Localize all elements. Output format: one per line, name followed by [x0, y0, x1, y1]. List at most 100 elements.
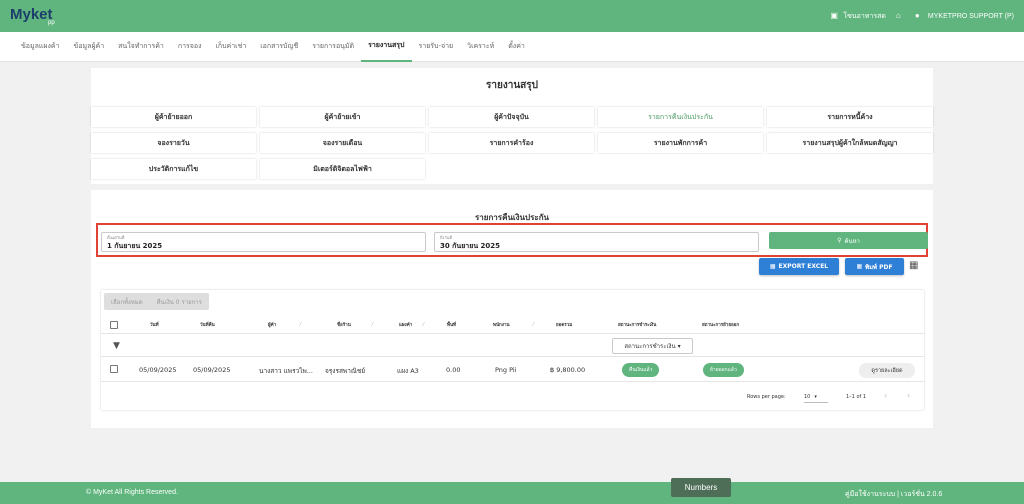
footer: © MyKet All Rights Reserved. คู่มือใช้งา… — [0, 482, 1024, 504]
report-btn-monthly-booking[interactable]: จองรายเดือน — [260, 133, 425, 153]
rows-per-page-label: Rows per page: — [747, 394, 786, 400]
report-btn-debt[interactable]: รายการหนี้ค้าง — [767, 107, 933, 127]
row-checkbox[interactable] — [110, 365, 118, 373]
report-btn-requests[interactable]: รายการคำร้อง — [429, 133, 594, 153]
next-page-icon[interactable]: › — [907, 391, 910, 400]
report-btn-current[interactable]: ผู้ค้าปัจจุบัน — [429, 107, 594, 127]
col-vendor[interactable]: ผู้ค้า — [268, 321, 276, 328]
from-date-value: 1 กันยายน 2025 — [107, 242, 163, 250]
rows-per-page-value: 10 — [804, 393, 811, 400]
report-btn-daily-booking[interactable]: จองรายวัน — [91, 133, 256, 153]
chevron-down-icon: ▾ — [677, 342, 681, 350]
export-excel-label: EXPORT EXCEL — [778, 263, 829, 270]
cell-vendor: นางสาว แพรวไพ... — [259, 367, 313, 375]
nav-item-interested[interactable]: สนใจทำการค้า — [111, 32, 171, 62]
select-all-button[interactable]: เลือกทั้งหมด — [104, 293, 150, 310]
app-logo[interactable]: Myket pp — [10, 7, 55, 26]
nav-item-accounting[interactable]: เอกสารบัญชี — [253, 32, 305, 62]
from-date-field[interactable]: ตั้งแต่วันที่ 1 กันยายน 2025 — [101, 232, 426, 252]
page-range: 1–1 of 1 — [846, 394, 867, 400]
store-selector[interactable]: ▣ โซนอาหารสด — [830, 11, 886, 22]
store-name: โซนอาหารสด — [843, 12, 886, 20]
cell-area: 0.00 — [446, 366, 461, 374]
pagination: Rows per page: 10 ▾ 1–1 of 1 ‹ › — [101, 382, 924, 410]
pdf-icon: ▦ — [856, 263, 863, 270]
cell-date: 05/09/2025 — [139, 366, 177, 374]
col-staff[interactable]: พนักงาน — [493, 321, 510, 328]
report-btn-meter[interactable]: มิเตอร์ดิจิตอลไฟฟ้า — [260, 159, 425, 179]
main-nav: ข้อมูลแผงค้า ข้อมูลผู้ค้า สนใจทำการค้า ก… — [0, 32, 1024, 62]
col-return-date[interactable]: วันที่คืน — [200, 321, 215, 328]
col-stall[interactable]: แผงค้า — [399, 321, 412, 328]
nav-item-income-expense[interactable]: รายรับ-จ่าย — [412, 32, 461, 62]
nav-item-rent[interactable]: เก็บค่าเช่า — [208, 32, 253, 62]
report-panel: รายงานสรุป ผู้ค้าย้ายออก ผู้ค้าย้ายเข้า … — [91, 68, 933, 184]
refund-panel: รายการคืนเงินประกัน ตั้งแต่วันที่ 1 กันย… — [91, 190, 933, 428]
report-btn-move-in[interactable]: ผู้ค้าย้ายเข้า — [260, 107, 425, 127]
excel-icon: ▦ — [769, 263, 776, 270]
refund-selected-button[interactable]: คืนเงิน 0 รายการ — [150, 293, 209, 310]
rows-per-page-select[interactable]: 10 ▾ — [804, 391, 828, 403]
col-date[interactable]: วันที่ — [150, 321, 159, 328]
cell-return-date: 05/09/2025 — [193, 366, 231, 374]
nav-item-booking[interactable]: การจอง — [171, 32, 209, 62]
cell-shop: จรุงรสพาณิชย์ — [325, 367, 366, 375]
numbers-tab[interactable]: Numbers — [671, 478, 731, 497]
report-btn-suspended[interactable]: รายงานพักการค้า — [598, 133, 763, 153]
nav-item-vendors[interactable]: ข้อมูลผู้ค้า — [67, 32, 112, 62]
cell-stall: แผง A3 — [397, 367, 419, 375]
nav-item-approvals[interactable]: รายการอนุมัติ — [305, 32, 361, 62]
to-date-value: 30 กันยายน 2025 — [440, 242, 501, 250]
search-button-label: ค้นหา — [844, 237, 860, 245]
table-filter-row: ▼ สถานะการชำระเงิน ▾ — [101, 335, 924, 357]
filter-icon[interactable]: ▼ — [113, 341, 120, 351]
page-title: รายงานสรุป — [485, 80, 538, 91]
print-pdf-button[interactable]: ▦ พิมพ์ PDF — [845, 258, 904, 275]
view-detail-button[interactable]: ดูรายละเอียด — [859, 363, 915, 378]
payment-status-filter-label: สถานะการชำระเงิน — [624, 343, 676, 350]
user-name: MYKETPRO SUPPORT (P) — [927, 12, 1014, 20]
nav-item-settings[interactable]: ตั้งค่า — [501, 32, 532, 62]
report-btn-refund[interactable]: รายการคืนเงินประกัน — [598, 107, 763, 127]
top-bar: Myket pp ▣ โซนอาหารสด ⌂ ● MYKETPRO SUPPO… — [0, 0, 1024, 32]
copyright-text: © MyKet All Rights Reserved. — [86, 489, 178, 496]
col-shop[interactable]: ชื่อร้าน — [337, 321, 351, 328]
prev-page-icon[interactable]: ‹ — [884, 391, 887, 400]
col-payment-status[interactable]: สถานะการชำระเงิน — [618, 321, 656, 328]
logo-sub-text: pp — [48, 19, 55, 26]
col-area[interactable]: พื้นที่ — [447, 321, 456, 328]
user-menu[interactable]: ● MYKETPRO SUPPORT (P) — [915, 12, 1014, 20]
bulk-actions: เลือกทั้งหมด คืนเงิน 0 รายการ — [104, 293, 209, 310]
manual-version-link[interactable]: คู่มือใช้งานระบบ | เวอร์ชั่น 2.0.6 — [845, 489, 942, 500]
export-excel-button[interactable]: ▦ EXPORT EXCEL — [759, 258, 839, 275]
cell-staff: Png Pii — [495, 366, 517, 374]
refund-table: เลือกทั้งหมด คืนเงิน 0 รายการ วันที่ วัน… — [101, 290, 924, 410]
search-icon: ⚲ — [837, 237, 842, 244]
vendor-sort-icon[interactable]: ⁄ — [300, 322, 301, 328]
report-btn-expiring[interactable]: รายงานสรุปผู้ค้าใกล้หมดสัญญา — [767, 133, 933, 153]
select-all-checkbox[interactable] — [110, 321, 118, 329]
nav-item-analysis[interactable]: วิเคราะห์ — [460, 32, 501, 62]
nav-item-stalls[interactable]: ข้อมูลแผงค้า — [14, 32, 67, 62]
home-icon[interactable]: ⌂ — [896, 12, 905, 20]
payment-status-filter[interactable]: สถานะการชำระเงิน ▾ — [612, 338, 693, 354]
to-date-field[interactable]: ถึงวันที่ 30 กันยายน 2025 — [434, 232, 759, 252]
print-pdf-label: พิมพ์ PDF — [865, 263, 893, 271]
date-filter-box: ตั้งแต่วันที่ 1 กันยายน 2025 ถึงวันที่ 3… — [96, 223, 928, 257]
chevron-down-icon: ▾ — [814, 393, 817, 400]
table-row[interactable]: 05/09/2025 05/09/2025 นางสาว แพรวไพ... จ… — [101, 358, 924, 382]
cell-total: ฿ 9,800.00 — [550, 366, 586, 374]
report-btn-move-out[interactable]: ผู้ค้าย้ายออก — [91, 107, 256, 127]
from-date-label: ตั้งแต่วันที่ — [107, 235, 125, 240]
column-settings-icon[interactable]: ▦ — [909, 260, 918, 271]
staff-sort-icon[interactable]: ⁄ — [533, 322, 534, 328]
stall-sort-icon[interactable]: ⁄ — [423, 322, 424, 328]
user-icon: ● — [914, 11, 920, 20]
store-icon: ▣ — [830, 11, 838, 20]
col-total[interactable]: ยอดรวม — [556, 321, 572, 328]
col-move-status[interactable]: สถานะการย้ายออก — [702, 321, 739, 328]
nav-item-reports[interactable]: รายงานสรุป — [361, 32, 412, 62]
search-button[interactable]: ⚲ ค้นหา — [769, 232, 928, 249]
report-btn-history[interactable]: ประวัติการแก้ไข — [91, 159, 256, 179]
shop-sort-icon[interactable]: ⁄ — [372, 322, 373, 328]
